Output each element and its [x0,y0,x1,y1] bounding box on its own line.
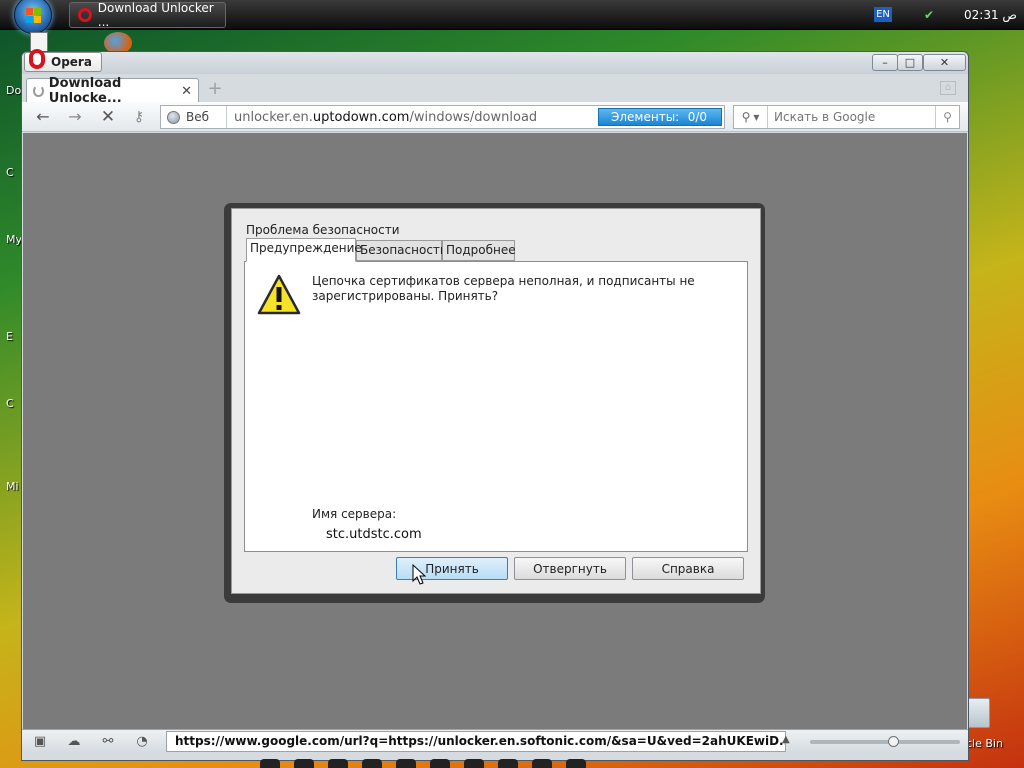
desktop-icon-label: C [6,397,14,410]
taskbar-item-opera[interactable]: Download Unlocker ... [69,1,226,29]
language-indicator[interactable]: EN [874,7,892,22]
security-dialog: Проблема безопасности Предупреждение Без… [231,208,761,594]
opera-menu-button[interactable]: Opera [24,49,102,72]
status-link-url: https://www.google.com/url?q=https://unl… [166,731,786,752]
taskbar: Download Unlocker ... EN ✔ 02:31 ص [0,0,1024,34]
url-path: /windows/download [409,109,538,125]
dialog-title: Проблема безопасности [246,223,400,237]
tab-close-icon[interactable]: ✕ [181,84,192,99]
opera-icon [78,8,92,22]
panel-toggle-icon[interactable]: ▣ [30,734,50,750]
tab-details[interactable]: Подробнее [442,240,516,261]
zoom-slider[interactable] [810,736,960,747]
zoom-slider-thumb[interactable] [887,736,899,747]
server-name-label: Имя сервера: [312,507,397,521]
close-window-button[interactable]: ✕ [923,54,966,71]
warning-message: Цепочка сертификатов сервера неполная, и… [312,274,695,303]
forward-button[interactable]: → [64,106,86,128]
warning-icon [257,274,301,315]
site-info-button[interactable]: Веб [161,106,227,128]
maximize-button[interactable]: □ [897,54,923,71]
chevron-down-icon: ▾ [753,110,760,124]
title-bar[interactable]: Opera – □ ✕ [22,49,968,74]
address-bar[interactable]: Веб unlocker.en.uptodown.com/windows/dow… [160,105,725,129]
recycle-bin-label: cle Bin [966,737,1003,750]
navigation-bar: ← → ✕ ⚷ Веб unlocker.en.uptodown.com/win… [22,102,968,132]
opera-logo-icon [29,49,45,69]
stop-button[interactable]: ✕ [97,106,119,128]
desktop-icon-label: My [6,233,23,246]
page-content: Проблема безопасности Предупреждение Без… [23,133,967,729]
dialog-tab-panel: Цепочка сертификатов сервера неполная, и… [244,261,748,552]
site-info-label: Веб [186,110,210,124]
turbo-speed-icon[interactable]: ◔ [132,734,152,750]
wand-key-icon[interactable]: ⚷ [128,106,150,128]
opera-menu-label: Opera [51,55,92,69]
status-bar: ▣ ☁ ⚯ ◔ https://www.google.com/url?q=htt… [22,729,968,753]
minimize-button[interactable]: – [872,54,898,71]
search-icon: ⚲ [741,110,751,124]
start-button[interactable] [14,0,52,34]
mouse-cursor-icon [412,564,426,585]
network-tray-icon[interactable]: ✔ [924,8,938,22]
tab-bar: Download Unlocke... ✕ + ⌂ [22,74,968,106]
elements-label: Элементы: [611,110,680,124]
search-input[interactable] [768,110,935,124]
search-go-icon[interactable]: ⚲ [935,106,959,128]
share-icon[interactable]: ⚯ [98,734,118,750]
closed-tabs-trash-icon[interactable]: ⌂ [940,81,956,95]
recycle-bin-icon[interactable] [966,698,990,728]
search-engine-selector[interactable]: ⚲ ▾ [734,106,768,128]
url-prefix: unlocker.en. [234,109,313,125]
desktop-icon-label: Mi [6,480,19,493]
search-bar[interactable]: ⚲▾ ⚲ [733,105,960,129]
server-name-value: stc.utdstc.com [326,527,422,542]
loading-spinner-icon [33,85,44,97]
loading-progress-bar: Элементы: 0/0 [598,108,722,126]
dock-bar [260,758,820,768]
scroll-up-icon[interactable]: ▲ [782,734,790,745]
new-tab-button[interactable]: + [206,80,224,98]
elements-count: 0/0 [687,110,707,124]
reject-button[interactable]: Отвергнуть [514,557,626,580]
tab-security[interactable]: Безопасность [356,240,447,261]
windows-logo-icon [26,8,42,24]
browser-window: Opera – □ ✕ Download Unlocke... ✕ + ⌂ ← … [21,49,969,761]
url-domain: uptodown.com [312,109,410,125]
help-button[interactable]: Справка [632,557,744,580]
cloud-icon[interactable]: ☁ [64,734,84,750]
taskbar-item-label: Download Unlocker ... [97,1,214,29]
globe-icon [167,110,180,124]
clock[interactable]: 02:31 ص [964,8,1017,22]
desktop-icon-label: C [6,166,14,179]
desktop-icon-label: Do [6,84,22,97]
tab-download-unlocker[interactable]: Download Unlocke... ✕ [26,76,199,106]
desktop-icon-label: E [6,330,13,343]
tab-warning[interactable]: Предупреждение [246,238,362,262]
back-button[interactable]: ← [32,106,54,128]
